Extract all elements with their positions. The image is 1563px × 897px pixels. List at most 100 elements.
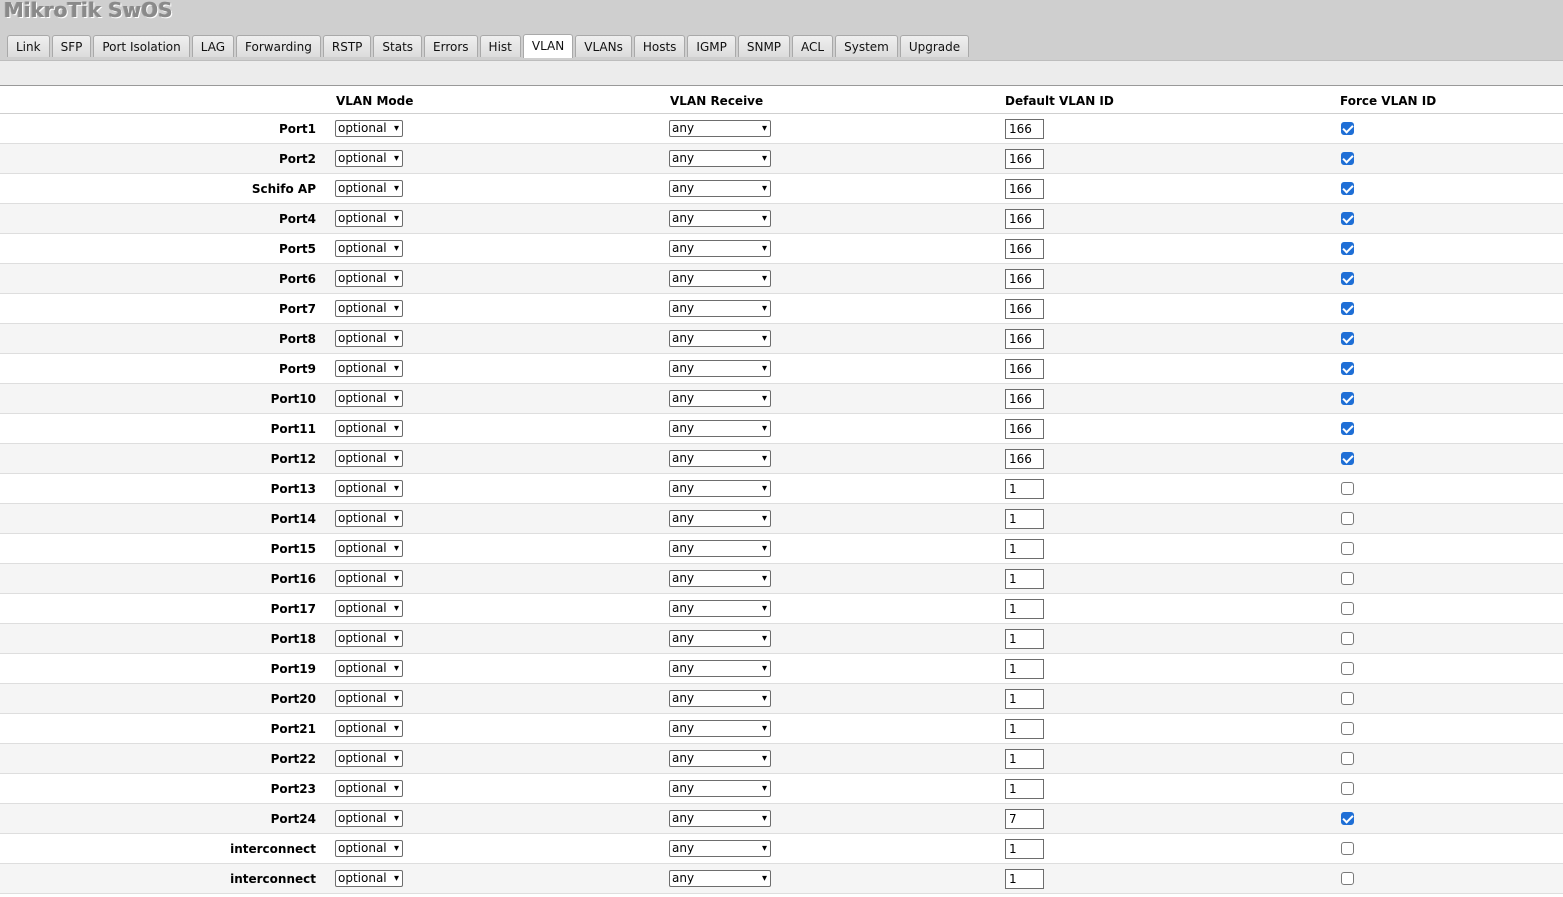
default-vlan-id-input[interactable] <box>1005 149 1044 169</box>
vlan-receive-select[interactable]: any ▾ <box>669 720 771 737</box>
force-vlan-id-checkbox[interactable] <box>1341 542 1354 555</box>
vlan-mode-select[interactable]: optional ▾ <box>335 300 403 317</box>
tab-sfp[interactable]: SFP <box>51 35 92 57</box>
force-vlan-id-checkbox[interactable] <box>1341 152 1354 165</box>
force-vlan-id-checkbox[interactable] <box>1341 572 1354 585</box>
vlan-mode-select[interactable]: optional ▾ <box>335 600 403 617</box>
default-vlan-id-input[interactable] <box>1005 419 1044 439</box>
vlan-receive-select[interactable]: any ▾ <box>669 540 771 557</box>
vlan-mode-select[interactable]: optional ▾ <box>335 480 403 497</box>
force-vlan-id-checkbox[interactable] <box>1341 272 1354 285</box>
force-vlan-id-checkbox[interactable] <box>1341 722 1354 735</box>
force-vlan-id-checkbox[interactable] <box>1341 662 1354 675</box>
vlan-mode-select[interactable]: optional ▾ <box>335 390 403 407</box>
vlan-receive-select[interactable]: any ▾ <box>669 210 771 227</box>
vlan-receive-select[interactable]: any ▾ <box>669 780 771 797</box>
default-vlan-id-input[interactable] <box>1005 659 1044 679</box>
force-vlan-id-checkbox[interactable] <box>1341 872 1354 885</box>
vlan-receive-select[interactable]: any ▾ <box>669 870 771 887</box>
force-vlan-id-checkbox[interactable] <box>1341 752 1354 765</box>
default-vlan-id-input[interactable] <box>1005 479 1044 499</box>
vlan-mode-select[interactable]: optional ▾ <box>335 420 403 437</box>
force-vlan-id-checkbox[interactable] <box>1341 212 1354 225</box>
default-vlan-id-input[interactable] <box>1005 509 1044 529</box>
default-vlan-id-input[interactable] <box>1005 209 1044 229</box>
vlan-mode-select[interactable]: optional ▾ <box>335 750 403 767</box>
vlan-mode-select[interactable]: optional ▾ <box>335 210 403 227</box>
vlan-receive-select[interactable]: any ▾ <box>669 180 771 197</box>
tab-lag[interactable]: LAG <box>191 35 235 57</box>
tab-vlans[interactable]: VLANs <box>575 35 632 57</box>
vlan-receive-select[interactable]: any ▾ <box>669 120 771 137</box>
tab-hosts[interactable]: Hosts <box>633 35 686 57</box>
default-vlan-id-input[interactable] <box>1005 179 1044 199</box>
force-vlan-id-checkbox[interactable] <box>1341 182 1354 195</box>
default-vlan-id-input[interactable] <box>1005 359 1044 379</box>
tab-system[interactable]: System <box>835 35 898 57</box>
force-vlan-id-checkbox[interactable] <box>1341 122 1354 135</box>
tab-rstp[interactable]: RSTP <box>322 35 372 57</box>
tab-snmp[interactable]: SNMP <box>737 35 791 57</box>
vlan-receive-select[interactable]: any ▾ <box>669 450 771 467</box>
force-vlan-id-checkbox[interactable] <box>1341 422 1354 435</box>
default-vlan-id-input[interactable] <box>1005 269 1044 289</box>
default-vlan-id-input[interactable] <box>1005 749 1044 769</box>
force-vlan-id-checkbox[interactable] <box>1341 362 1354 375</box>
default-vlan-id-input[interactable] <box>1005 719 1044 739</box>
default-vlan-id-input[interactable] <box>1005 449 1044 469</box>
force-vlan-id-checkbox[interactable] <box>1341 302 1354 315</box>
vlan-mode-select[interactable]: optional ▾ <box>335 870 403 887</box>
default-vlan-id-input[interactable] <box>1005 869 1044 889</box>
force-vlan-id-checkbox[interactable] <box>1341 242 1354 255</box>
vlan-receive-select[interactable]: any ▾ <box>669 330 771 347</box>
vlan-receive-select[interactable]: any ▾ <box>669 270 771 287</box>
default-vlan-id-input[interactable] <box>1005 779 1044 799</box>
default-vlan-id-input[interactable] <box>1005 839 1044 859</box>
vlan-mode-select[interactable]: optional ▾ <box>335 180 403 197</box>
tab-stats[interactable]: Stats <box>373 35 423 57</box>
default-vlan-id-input[interactable] <box>1005 689 1044 709</box>
tab-upgrade[interactable]: Upgrade <box>899 35 970 57</box>
vlan-receive-select[interactable]: any ▾ <box>669 300 771 317</box>
vlan-receive-select[interactable]: any ▾ <box>669 510 771 527</box>
vlan-receive-select[interactable]: any ▾ <box>669 810 771 827</box>
force-vlan-id-checkbox[interactable] <box>1341 512 1354 525</box>
vlan-receive-select[interactable]: any ▾ <box>669 240 771 257</box>
default-vlan-id-input[interactable] <box>1005 119 1044 139</box>
default-vlan-id-input[interactable] <box>1005 809 1044 829</box>
vlan-mode-select[interactable]: optional ▾ <box>335 450 403 467</box>
vlan-mode-select[interactable]: optional ▾ <box>335 840 403 857</box>
vlan-mode-select[interactable]: optional ▾ <box>335 660 403 677</box>
vlan-mode-select[interactable]: optional ▾ <box>335 330 403 347</box>
tab-errors[interactable]: Errors <box>424 35 478 57</box>
force-vlan-id-checkbox[interactable] <box>1341 452 1354 465</box>
vlan-mode-select[interactable]: optional ▾ <box>335 810 403 827</box>
vlan-mode-select[interactable]: optional ▾ <box>335 780 403 797</box>
force-vlan-id-checkbox[interactable] <box>1341 842 1354 855</box>
tab-igmp[interactable]: IGMP <box>687 35 736 57</box>
vlan-mode-select[interactable]: optional ▾ <box>335 630 403 647</box>
vlan-receive-select[interactable]: any ▾ <box>669 150 771 167</box>
vlan-receive-select[interactable]: any ▾ <box>669 570 771 587</box>
default-vlan-id-input[interactable] <box>1005 329 1044 349</box>
vlan-mode-select[interactable]: optional ▾ <box>335 150 403 167</box>
vlan-mode-select[interactable]: optional ▾ <box>335 690 403 707</box>
vlan-receive-select[interactable]: any ▾ <box>669 390 771 407</box>
vlan-receive-select[interactable]: any ▾ <box>669 480 771 497</box>
tab-forwarding[interactable]: Forwarding <box>236 35 321 57</box>
vlan-mode-select[interactable]: optional ▾ <box>335 120 403 137</box>
default-vlan-id-input[interactable] <box>1005 569 1044 589</box>
default-vlan-id-input[interactable] <box>1005 629 1044 649</box>
force-vlan-id-checkbox[interactable] <box>1341 482 1354 495</box>
vlan-mode-select[interactable]: optional ▾ <box>335 240 403 257</box>
vlan-receive-select[interactable]: any ▾ <box>669 840 771 857</box>
tab-acl[interactable]: ACL <box>792 35 834 57</box>
force-vlan-id-checkbox[interactable] <box>1341 332 1354 345</box>
vlan-mode-select[interactable]: optional ▾ <box>335 270 403 287</box>
vlan-receive-select[interactable]: any ▾ <box>669 690 771 707</box>
vlan-mode-select[interactable]: optional ▾ <box>335 540 403 557</box>
vlan-receive-select[interactable]: any ▾ <box>669 360 771 377</box>
tab-hist[interactable]: Hist <box>479 35 521 57</box>
vlan-receive-select[interactable]: any ▾ <box>669 660 771 677</box>
force-vlan-id-checkbox[interactable] <box>1341 602 1354 615</box>
